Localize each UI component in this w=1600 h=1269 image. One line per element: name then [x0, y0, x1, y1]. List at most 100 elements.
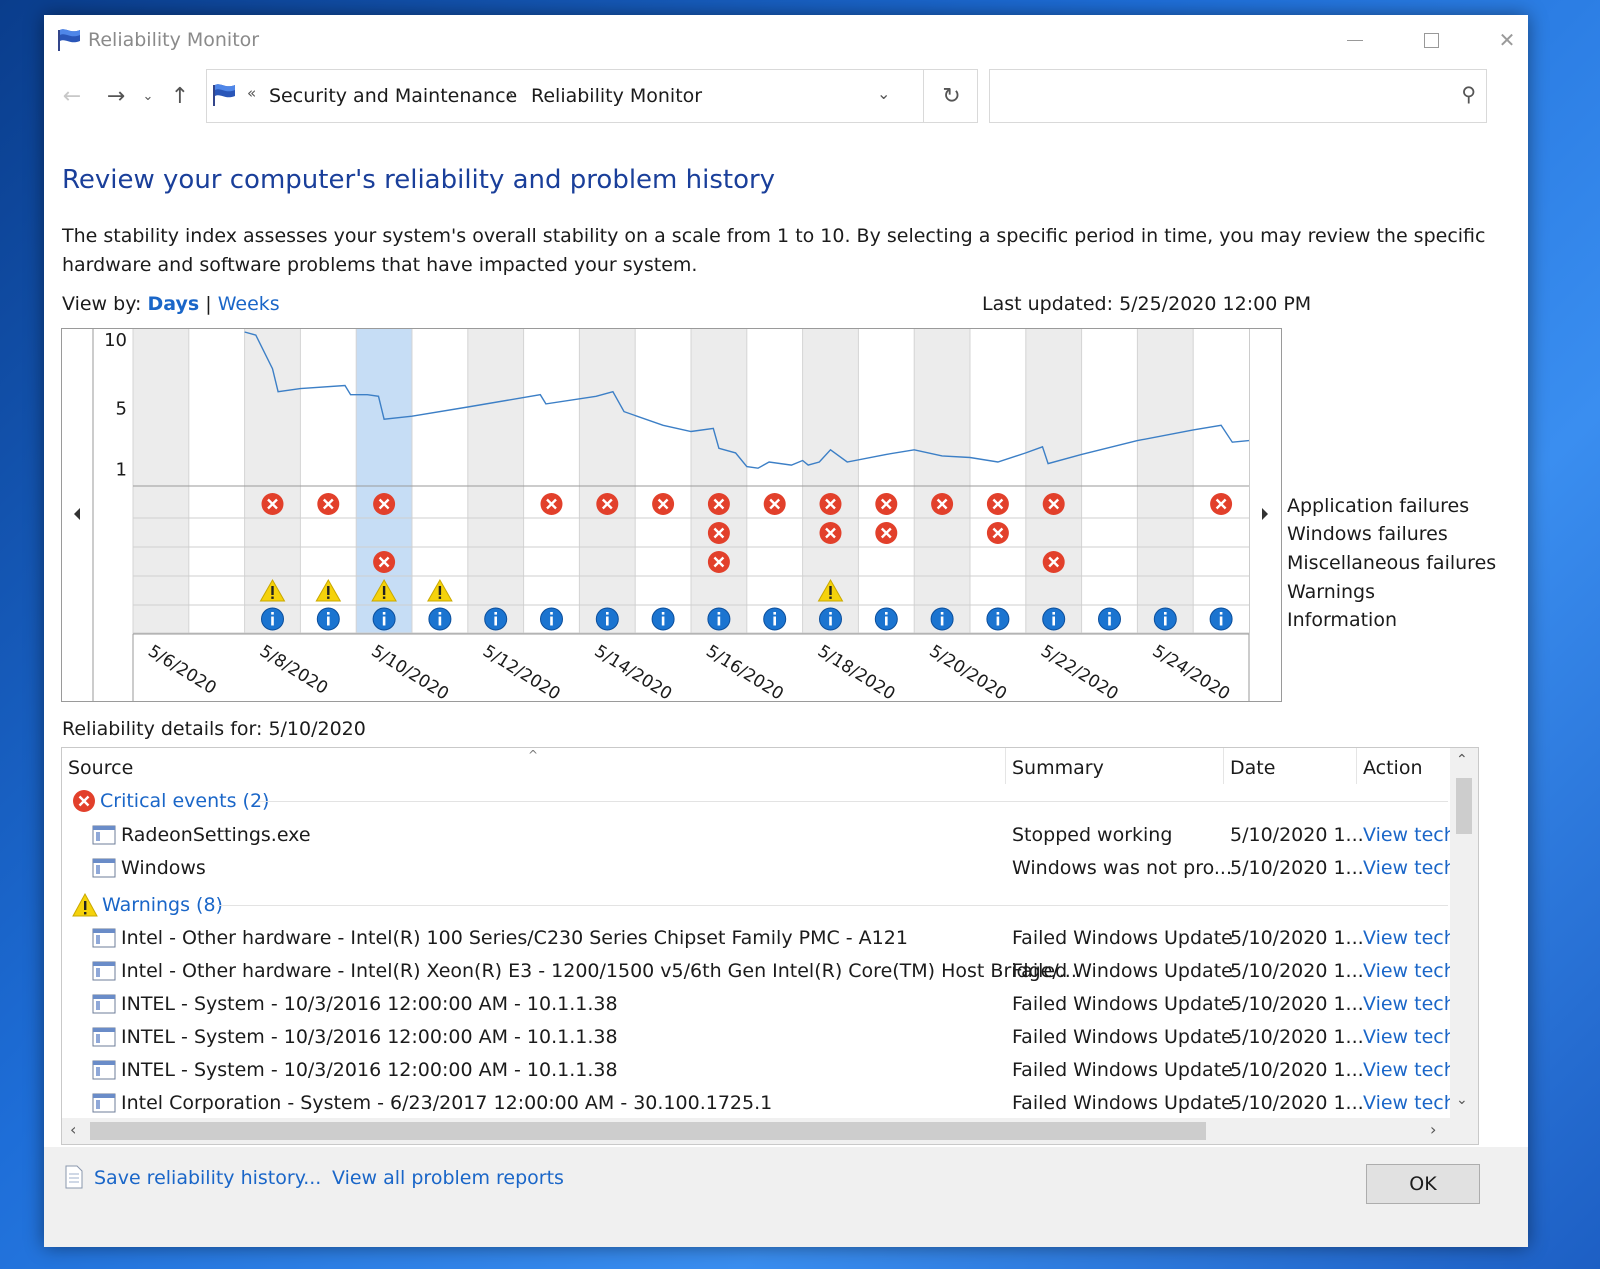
- information-icon[interactable]: [1098, 607, 1121, 631]
- search-icon[interactable]: ⚲: [1461, 82, 1476, 106]
- scroll-up-icon[interactable]: ⌃: [1456, 752, 1468, 768]
- table-row[interactable]: RadeonSettings.exe Stopped working 5/10/…: [62, 820, 1462, 852]
- column-header-source[interactable]: Source: [68, 757, 133, 779]
- error-icon[interactable]: [1210, 493, 1233, 515]
- column-header-summary[interactable]: Summary: [1012, 757, 1104, 779]
- table-row[interactable]: INTEL - System - 10/3/2016 12:00:00 AM -…: [62, 1055, 1462, 1087]
- view-technical-details-link[interactable]: View tech: [1363, 1059, 1453, 1081]
- view-technical-details-link[interactable]: View tech: [1363, 1026, 1453, 1048]
- error-icon[interactable]: [1042, 551, 1065, 573]
- ok-button[interactable]: OK: [1366, 1164, 1480, 1204]
- view-technical-details-link[interactable]: View tech: [1363, 960, 1453, 982]
- error-icon[interactable]: [931, 493, 954, 515]
- table-row[interactable]: INTEL - System - 10/3/2016 12:00:00 AM -…: [62, 1022, 1462, 1054]
- information-icon[interactable]: [819, 607, 842, 631]
- error-icon[interactable]: [986, 522, 1009, 544]
- information-icon[interactable]: [763, 607, 787, 631]
- day-column-5/23/2020[interactable]: [1081, 329, 1138, 634]
- day-column-5/13/2020[interactable]: [523, 329, 580, 634]
- error-icon[interactable]: [819, 522, 842, 544]
- breadcrumb-reliability-monitor[interactable]: Reliability Monitor: [531, 85, 702, 107]
- error-icon[interactable]: [763, 493, 786, 515]
- information-icon[interactable]: [1209, 607, 1233, 631]
- information-icon[interactable]: [1153, 607, 1177, 631]
- search-box[interactable]: ⚲: [989, 69, 1487, 123]
- day-column-5/15/2020[interactable]: [635, 329, 691, 634]
- view-technical-details-link[interactable]: View tech: [1363, 1092, 1453, 1114]
- column-header-date[interactable]: Date: [1230, 757, 1275, 779]
- day-column-5/7/2020[interactable]: [188, 329, 245, 634]
- close-button[interactable]: ✕: [1484, 23, 1530, 57]
- view-technical-details-link[interactable]: View tech: [1363, 857, 1453, 879]
- table-row[interactable]: Windows Windows was not pro... 5/10/2020…: [62, 853, 1462, 885]
- day-column-5/25/2020[interactable]: [1193, 329, 1249, 634]
- column-divider[interactable]: [1005, 748, 1006, 784]
- breadcrumb-separator-icon[interactable]: ›: [507, 85, 514, 105]
- column-divider[interactable]: [1223, 748, 1224, 784]
- information-icon[interactable]: [651, 607, 675, 631]
- horizontal-scroll-thumb[interactable]: [90, 1122, 1206, 1140]
- table-row[interactable]: Intel Corporation - System - 6/23/2017 1…: [62, 1088, 1462, 1120]
- vertical-scroll-thumb[interactable]: [1456, 778, 1472, 834]
- information-icon[interactable]: [595, 607, 619, 631]
- error-icon[interactable]: [261, 493, 284, 515]
- error-icon[interactable]: [707, 493, 730, 515]
- information-icon[interactable]: [707, 607, 731, 631]
- day-column-5/20/2020[interactable]: [914, 329, 970, 634]
- information-icon[interactable]: [316, 607, 340, 631]
- error-icon[interactable]: [1042, 493, 1065, 515]
- view-days-link[interactable]: Days: [148, 293, 200, 315]
- information-icon[interactable]: [1042, 607, 1066, 631]
- reliability-chart[interactable]: 10515/6/2020 5/8/2020 5/10/2020 5/12/2020 5/…: [61, 328, 1282, 702]
- view-all-problem-reports-link[interactable]: View all problem reports: [332, 1167, 564, 1189]
- scroll-down-icon[interactable]: ⌄: [1456, 1092, 1468, 1108]
- table-row[interactable]: Intel - Other hardware - Intel(R) 100 Se…: [62, 923, 1462, 955]
- information-icon[interactable]: [261, 607, 284, 631]
- day-column-5/16/2020[interactable]: [691, 329, 747, 634]
- table-row[interactable]: INTEL - System - 10/3/2016 12:00:00 AM -…: [62, 989, 1462, 1021]
- day-column-5/17/2020[interactable]: [746, 329, 803, 634]
- error-icon[interactable]: [373, 551, 396, 573]
- maximize-button[interactable]: [1408, 23, 1454, 57]
- error-icon[interactable]: [317, 493, 340, 515]
- error-icon[interactable]: [875, 522, 898, 544]
- information-icon[interactable]: [874, 607, 898, 631]
- group-warnings[interactable]: Warnings (8): [72, 890, 223, 920]
- day-column-5/21/2020[interactable]: [970, 329, 1026, 634]
- information-icon[interactable]: [484, 607, 508, 631]
- information-icon[interactable]: [540, 607, 563, 631]
- forward-button[interactable]: →: [102, 81, 130, 111]
- minimize-button[interactable]: [1332, 23, 1378, 57]
- view-technical-details-link[interactable]: View tech: [1363, 993, 1453, 1015]
- error-icon[interactable]: [875, 493, 898, 515]
- view-weeks-link[interactable]: Weeks: [218, 293, 280, 315]
- table-row[interactable]: Intel - Other hardware - Intel(R) Xeon(R…: [62, 956, 1462, 988]
- scroll-right-icon[interactable]: ›: [1430, 1120, 1436, 1139]
- day-column-5/22/2020[interactable]: [1025, 329, 1082, 634]
- error-icon[interactable]: [596, 493, 619, 515]
- back-button[interactable]: ←: [58, 81, 86, 111]
- error-icon[interactable]: [373, 493, 396, 515]
- day-column-5/12/2020[interactable]: [467, 329, 524, 634]
- column-divider[interactable]: [1356, 748, 1357, 784]
- refresh-button[interactable]: ↻: [923, 69, 979, 123]
- horizontal-scrollbar[interactable]: ‹ ›: [62, 1118, 1478, 1144]
- error-icon[interactable]: [986, 493, 1009, 515]
- information-icon[interactable]: [986, 607, 1010, 631]
- error-icon[interactable]: [707, 551, 730, 573]
- address-bar[interactable]: « Security and Maintenance › Reliability…: [206, 69, 978, 123]
- day-column-5/19/2020[interactable]: [858, 329, 915, 634]
- save-reliability-history-link[interactable]: Save reliability history...: [94, 1167, 321, 1189]
- column-header-action[interactable]: Action: [1363, 757, 1423, 779]
- recent-locations-button[interactable]: ⌄: [134, 81, 162, 111]
- scroll-left-icon[interactable]: ‹: [70, 1120, 76, 1139]
- breadcrumb-security-maintenance[interactable]: Security and Maintenance: [269, 85, 517, 107]
- error-icon[interactable]: [540, 493, 563, 515]
- information-icon[interactable]: [930, 607, 954, 631]
- error-icon[interactable]: [707, 522, 730, 544]
- day-column-5/14/2020[interactable]: [579, 329, 636, 634]
- error-icon[interactable]: [652, 493, 675, 515]
- up-button[interactable]: ↑: [166, 81, 194, 111]
- group-critical-events[interactable]: Critical events (2): [72, 786, 269, 816]
- error-icon[interactable]: [819, 493, 842, 515]
